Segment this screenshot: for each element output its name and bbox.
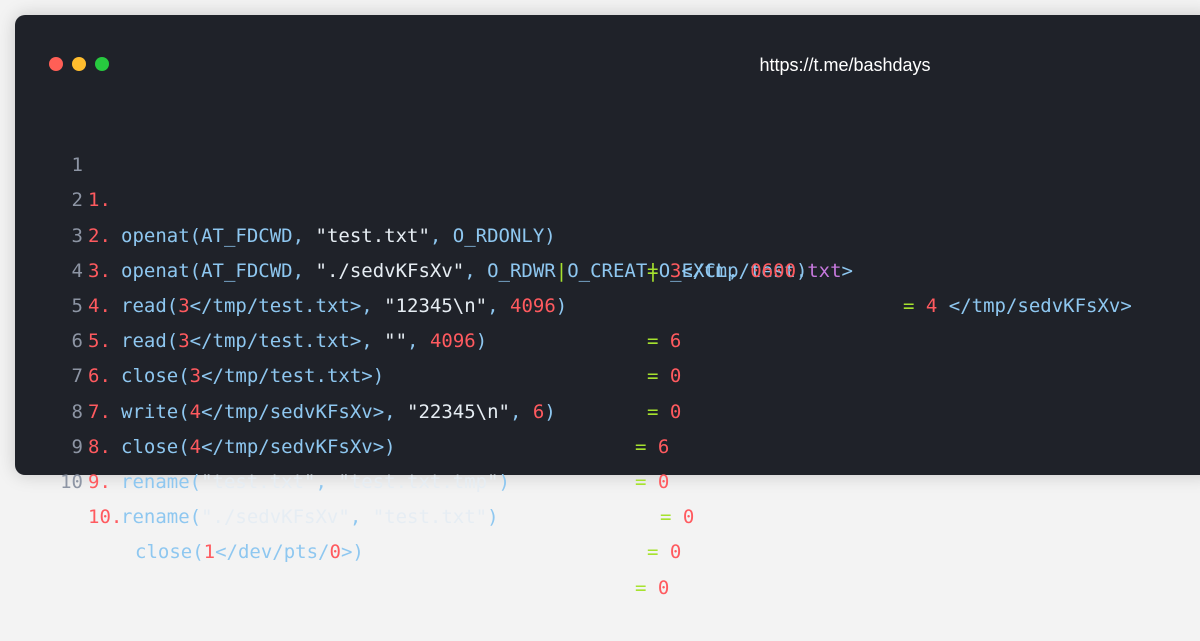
- syscall-result: = 0: [647, 535, 681, 570]
- step-number: 9.: [88, 470, 111, 493]
- terminal-window: https://t.me/bashdays 1 1. openat(AT_FDC…: [15, 15, 1200, 599]
- code-token: ): [487, 506, 499, 529]
- code-line: 9 9. rename("./sedvKFsXv", "test.txt") =…: [15, 395, 1200, 564]
- syscall-text: close(1</dev/pts/0>): [135, 535, 364, 570]
- code-token: </dev/pts/: [215, 541, 330, 564]
- code-token: rename: [121, 470, 190, 493]
- code-token: 0: [329, 541, 341, 564]
- code-token: close: [135, 541, 193, 564]
- syscall-result: = 0: [635, 571, 669, 606]
- code-line: 8 8. rename("test.txt", "test.txt.tmp") …: [15, 359, 1200, 529]
- syscall-text: rename("test.txt", "test.txt.tmp"): [121, 465, 510, 500]
- code-token: ,: [315, 470, 339, 493]
- window-url: https://t.me/bashdays: [759, 55, 931, 75]
- syscall-text: rename("./sedvKFsXv", "test.txt"): [121, 500, 499, 535]
- code-block: 1 1. openat(AT_FDCWD, "test.txt", O_RDON…: [15, 113, 1200, 599]
- code-token: ,: [349, 506, 373, 529]
- equals-sign: =: [635, 576, 658, 599]
- code-token: "test.txt": [201, 470, 316, 493]
- line-number: 10: [60, 470, 83, 493]
- equals-sign: =: [647, 541, 670, 564]
- code-token: 1: [203, 541, 216, 564]
- code-token: rename: [121, 506, 190, 529]
- syscall-result: = 0: [635, 465, 669, 500]
- code-token: 0: [657, 470, 670, 493]
- code-token: (: [189, 506, 202, 529]
- code-line: 3 3. read(3</tmp/test.txt>, "12345\n", 4…: [15, 183, 1200, 353]
- code-line: 5 5. close(3</tmp/test.txt>) = 0: [15, 254, 1200, 423]
- code-token: "test.txt": [372, 506, 488, 529]
- code-line: 1 1. openat(AT_FDCWD, "test.txt", O_RDON…: [15, 113, 1200, 282]
- code-token: 0: [682, 506, 695, 529]
- code-line: 2 2. openat(AT_FDCWD, "./sedvKFsXv", O_R…: [15, 148, 1200, 317]
- code-line: 7 7. close(4</tmp/sedvKFsXv>) = 0: [15, 324, 1200, 493]
- code-token: (: [192, 541, 204, 564]
- syscall-result: = 0: [660, 500, 694, 535]
- code-line: 6 6. write(4</tmp/sedvKFsXv>, "22345\n",…: [15, 289, 1200, 458]
- code-token: 0: [657, 576, 670, 599]
- code-line: 4 4. read(3</tmp/test.txt>, "", 4096) = …: [15, 219, 1200, 388]
- code-token: (: [189, 470, 202, 493]
- code-token: "./sedvKFsXv": [201, 506, 350, 529]
- code-token: "test.txt.tmp": [338, 470, 499, 493]
- code-token: 0: [669, 541, 682, 564]
- equals-sign: =: [660, 506, 683, 529]
- step-number: 10.: [88, 506, 123, 529]
- code-token: ): [498, 470, 510, 493]
- code-token: >): [340, 541, 364, 564]
- equals-sign: =: [635, 470, 658, 493]
- code-line: 10 10. close(1</dev/pts/0>) = 0: [15, 430, 1200, 599]
